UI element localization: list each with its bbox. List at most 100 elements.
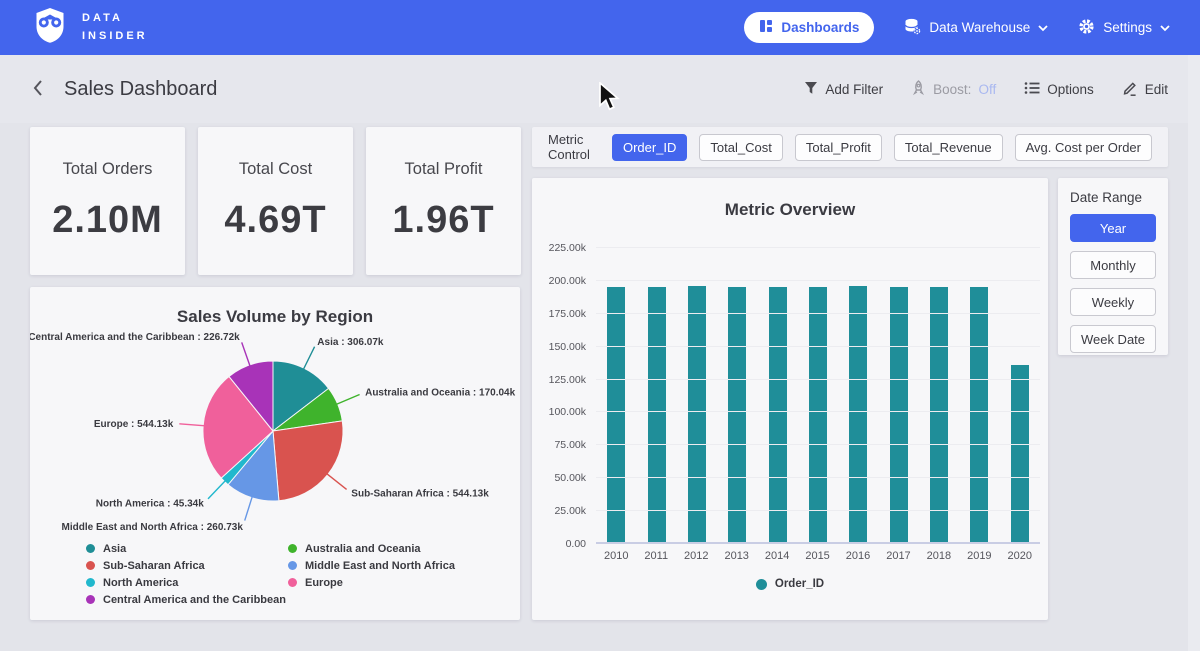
- legend-label: Asia: [103, 543, 126, 555]
- title-bar: Sales Dashboard Add Filter Boost: Off: [0, 55, 1200, 123]
- x-tick-label: 2011: [644, 550, 668, 562]
- kpi-row: Total Orders 2.10M Total Cost 4.69T Tota…: [30, 127, 521, 275]
- pie-label: Australia and Oceania : 170.04k: [365, 388, 516, 399]
- kpi-card-total-orders: Total Orders 2.10M: [30, 127, 185, 275]
- y-tick-label: 100.00k: [549, 406, 586, 418]
- chevron-left-icon: [32, 79, 44, 100]
- pie-label: Asia : 306.07k: [317, 337, 384, 348]
- legend-item-central-america-and-the-caribbean[interactable]: Central America and the Caribbean: [86, 591, 288, 608]
- x-tick-label: 2020: [1008, 550, 1032, 562]
- bar-chart-x-axis: 2010201120122013201420152016201720182019…: [596, 550, 1040, 562]
- y-tick-label: 75.00k: [554, 439, 586, 451]
- edit-button[interactable]: Edit: [1122, 80, 1168, 99]
- legend-item-sub-saharan-africa[interactable]: Sub-Saharan Africa: [86, 557, 288, 574]
- settings-menu[interactable]: Settings: [1078, 18, 1170, 38]
- x-axis-line: [596, 542, 1040, 544]
- legend-item-europe[interactable]: Europe: [288, 574, 455, 591]
- legend-label: Central America and the Caribbean: [103, 594, 286, 606]
- metric-control-label: Metric Control: [548, 132, 596, 162]
- legend-label: Sub-Saharan Africa: [103, 560, 205, 572]
- x-tick-label: 2016: [846, 550, 870, 562]
- dashboard-grid-icon: [759, 19, 773, 36]
- y-tick-label: 200.00k: [549, 275, 586, 287]
- bar-2020[interactable]: [1011, 365, 1029, 544]
- bar-2015[interactable]: [809, 287, 827, 544]
- gridline: [596, 411, 1040, 412]
- pie-leader-line: [242, 342, 251, 367]
- pencil-icon: [1122, 80, 1138, 99]
- bar-2019[interactable]: [970, 287, 988, 544]
- nav-menu: Dashboards Data Warehouse: [744, 12, 1170, 43]
- pie-legend: Asia Sub-Saharan Africa North America Centr…: [86, 540, 455, 608]
- owl-logo-icon: [30, 5, 70, 50]
- metric-button-total-profit[interactable]: Total_Profit: [795, 134, 882, 161]
- bar-legend-dot: [756, 579, 767, 590]
- bar-chart-legend[interactable]: Order_ID: [532, 578, 1048, 590]
- bar-2013[interactable]: [728, 287, 746, 544]
- pie-label: Middle East and North Africa : 260.73k: [62, 522, 244, 533]
- legend-dot: [86, 578, 95, 587]
- gridline: [596, 280, 1040, 281]
- x-tick-label: 2017: [886, 550, 910, 562]
- metric-button-total-revenue[interactable]: Total_Revenue: [894, 134, 1003, 161]
- y-tick-label: 225.00k: [549, 242, 586, 254]
- metric-button-total-cost[interactable]: Total_Cost: [699, 134, 782, 161]
- gear-icon: [1078, 18, 1095, 38]
- metric-button-avg-cost-per-order[interactable]: Avg. Cost per Order: [1015, 134, 1152, 161]
- pie-slice-sub-saharan-africa[interactable]: [273, 421, 343, 501]
- back-button[interactable]: [32, 79, 44, 100]
- bar-series: [596, 248, 1040, 544]
- bar-2016[interactable]: [849, 286, 867, 544]
- brand-line1: DATA: [82, 10, 148, 27]
- legend-dot: [86, 544, 95, 553]
- legend-label: Middle East and North Africa: [305, 560, 455, 572]
- brand-line2: INSIDER: [82, 28, 148, 45]
- date-range-weekly-button[interactable]: Weekly: [1070, 288, 1156, 316]
- bar-2011[interactable]: [648, 287, 666, 544]
- y-tick-label: 125.00k: [549, 374, 586, 386]
- metric-button-order-id[interactable]: Order_ID: [612, 134, 687, 161]
- gridline: [596, 247, 1040, 248]
- dashboards-button[interactable]: Dashboards: [744, 12, 874, 43]
- pie-leader-line: [179, 424, 205, 426]
- brand[interactable]: DATA INSIDER: [30, 5, 148, 50]
- bar-2014[interactable]: [769, 287, 787, 544]
- scrollbar-track[interactable]: [1188, 55, 1200, 651]
- bar-legend-label: Order_ID: [775, 578, 824, 590]
- y-tick-label: 150.00k: [549, 341, 586, 353]
- pie-leader-line: [326, 473, 346, 489]
- legend-item-middle-east-and-north-africa[interactable]: Middle East and North Africa: [288, 557, 455, 574]
- pie-chart-title: Sales Volume by Region: [30, 307, 520, 327]
- legend-label: Australia and Oceania: [305, 543, 421, 555]
- bar-2010[interactable]: [607, 287, 625, 544]
- list-icon: [1024, 81, 1040, 98]
- add-filter-label: Add Filter: [825, 82, 883, 97]
- bar-2017[interactable]: [890, 287, 908, 544]
- bar-2018[interactable]: [930, 287, 948, 544]
- legend-dot: [86, 561, 95, 570]
- legend-item-north-america[interactable]: North America: [86, 574, 288, 591]
- x-tick-label: 2019: [967, 550, 991, 562]
- legend-label: Europe: [305, 577, 343, 589]
- legend-item-asia[interactable]: Asia: [86, 540, 288, 557]
- data-warehouse-menu[interactable]: Data Warehouse: [904, 18, 1048, 38]
- y-tick-label: 0.00: [566, 538, 586, 550]
- kpi-value: 1.96T: [392, 199, 494, 242]
- date-range-monthly-button[interactable]: Monthly: [1070, 251, 1156, 279]
- kpi-card-total-cost: Total Cost 4.69T: [198, 127, 353, 275]
- gridline: [596, 346, 1040, 347]
- bar-2012[interactable]: [688, 286, 706, 544]
- dashboards-label: Dashboards: [781, 20, 859, 35]
- date-range-week-date-button[interactable]: Week Date: [1070, 325, 1156, 353]
- options-button[interactable]: Options: [1024, 81, 1094, 98]
- date-range-year-button[interactable]: Year: [1070, 214, 1156, 242]
- legend-item-australia-and-oceania[interactable]: Australia and Oceania: [288, 540, 455, 557]
- pie-chart: Asia : 306.07k Australia and Oceania : 17…: [30, 329, 520, 541]
- add-filter-button[interactable]: Add Filter: [804, 81, 883, 98]
- x-tick-label: 2010: [604, 550, 628, 562]
- sales-volume-card: Sales Volume by Region Asia : 306.07k Aus…: [30, 287, 520, 620]
- legend-dot: [288, 578, 297, 587]
- gridline: [596, 477, 1040, 478]
- chevron-down-icon: [1160, 20, 1170, 35]
- boost-toggle[interactable]: Boost: Off: [911, 80, 996, 99]
